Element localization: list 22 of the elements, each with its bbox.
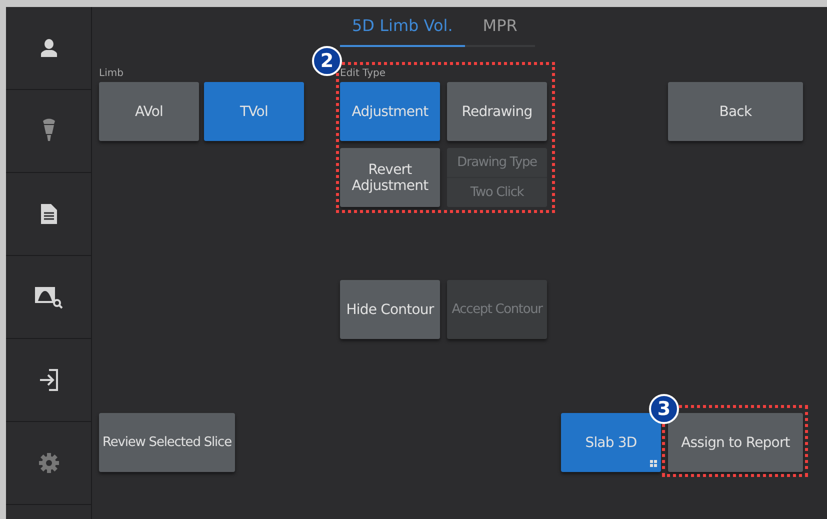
assign-to-report-button[interactable]: Assign to Report xyxy=(668,413,803,472)
limb-option-button[interactable]: AVol xyxy=(99,82,199,141)
tab[interactable]: 5D Limb Vol. xyxy=(340,7,465,47)
person-icon xyxy=(38,38,58,58)
section-label: Limb xyxy=(99,68,124,81)
section-label: Edit Type xyxy=(340,68,387,81)
back-button[interactable]: Back xyxy=(668,82,803,141)
revert-adjustment-button[interactable]: Revert Adjustment xyxy=(340,148,440,207)
grid-icon xyxy=(650,460,657,467)
limb-option-button[interactable]: TVol xyxy=(204,82,304,141)
hide-contour-button[interactable]: Hide Contour xyxy=(340,280,440,339)
step-badge: 2 xyxy=(312,46,342,76)
image-search-icon xyxy=(34,285,64,309)
probe-icon xyxy=(42,118,56,144)
edit-type-button[interactable]: Adjustment xyxy=(340,82,440,141)
tab[interactable]: MPR xyxy=(464,7,536,47)
settings-icon xyxy=(38,453,58,473)
edit-type-button[interactable]: Redrawing xyxy=(447,82,547,141)
review-slice-button[interactable]: Review Selected Slice xyxy=(99,413,235,472)
sign-in-icon xyxy=(38,369,58,391)
step-badge: 3 xyxy=(649,394,679,424)
document-icon xyxy=(40,204,56,224)
